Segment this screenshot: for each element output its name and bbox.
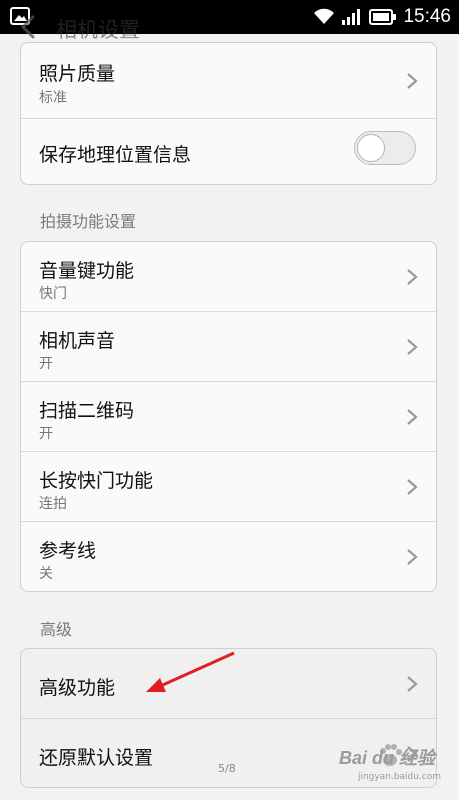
item-value: 标准 [39, 90, 67, 106]
shooting-settings-group: 音量键功能 快门 相机声音 开 扫描二维码 开 长按快门功能 连拍 参考线 关 [20, 241, 437, 592]
item-value: 快门 [39, 286, 67, 302]
settings-item-photo-quality[interactable]: 照片质量 标准 [21, 43, 436, 119]
status-bar: 15:46 [0, 0, 459, 34]
item-label: 扫描二维码 [39, 400, 135, 422]
watermark-brand: Bai du 经验 [338, 748, 435, 768]
section-title-advanced: 高级 [40, 620, 73, 639]
chevron-right-icon [407, 676, 418, 692]
settings-item-camera-sound[interactable]: 相机声音 开 [21, 312, 436, 382]
chevron-right-icon [407, 339, 418, 355]
settings-item-grid-lines[interactable]: 参考线 关 [21, 522, 436, 591]
item-label: 长按快门功能 [39, 470, 154, 492]
chevron-right-icon [407, 409, 418, 425]
back-arrow-icon[interactable] [18, 14, 38, 40]
settings-item-scan-qr[interactable]: 扫描二维码 开 [21, 382, 436, 452]
item-value: 关 [39, 566, 53, 582]
chevron-right-icon [407, 549, 418, 565]
signal-icon [342, 9, 361, 25]
item-label: 相机声音 [39, 330, 116, 352]
item-label: 照片质量 [39, 63, 116, 85]
watermark-url: jingyan.baidu.com [357, 772, 441, 782]
section-title-shooting: 拍摄功能设置 [40, 212, 137, 231]
page-indicator: 5/8 [218, 762, 236, 775]
chevron-right-icon [407, 479, 418, 495]
chevron-right-icon [407, 73, 418, 89]
item-label: 保存地理位置信息 [39, 144, 192, 166]
status-time: 15:46 [403, 6, 451, 27]
item-value: 连拍 [39, 496, 67, 512]
item-value: 开 [39, 356, 53, 372]
item-value: 开 [39, 426, 53, 442]
settings-item-volume-key[interactable]: 音量键功能 快门 [21, 242, 436, 312]
item-label: 高级功能 [39, 677, 116, 699]
location-toggle[interactable] [354, 131, 416, 165]
item-label: 还原默认设置 [39, 747, 154, 769]
annotation-arrow-icon [146, 651, 235, 692]
general-settings-group: 照片质量 标准 保存地理位置信息 [20, 42, 437, 185]
item-label: 参考线 [39, 540, 97, 562]
settings-item-save-location[interactable]: 保存地理位置信息 [21, 119, 436, 184]
wifi-icon [314, 8, 335, 24]
toggle-knob [357, 134, 385, 162]
chevron-right-icon [407, 269, 418, 285]
battery-icon [369, 9, 397, 25]
item-label: 音量键功能 [39, 260, 135, 282]
settings-item-long-press-shutter[interactable]: 长按快门功能 连拍 [21, 452, 436, 522]
